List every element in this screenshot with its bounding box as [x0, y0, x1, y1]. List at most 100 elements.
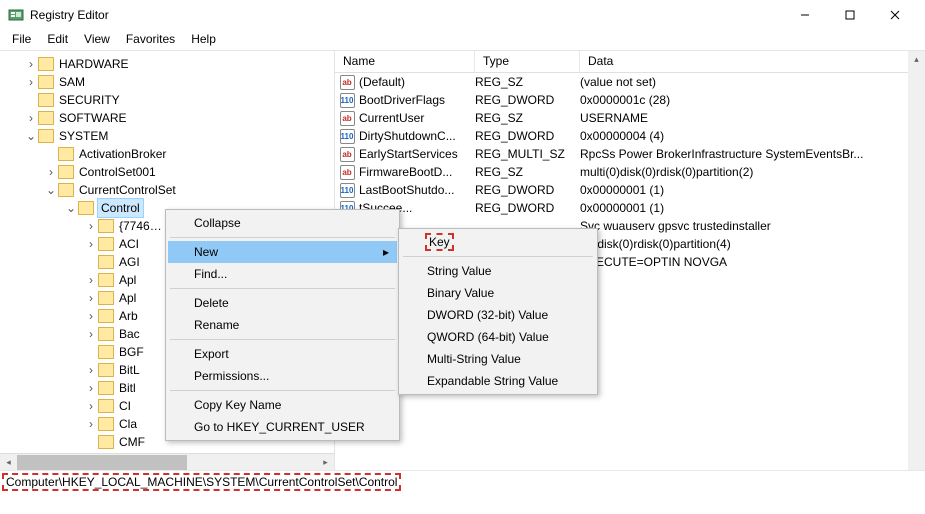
value-type: REG_DWORD: [475, 201, 580, 215]
value-type: REG_SZ: [475, 165, 580, 179]
tree-label: AGI: [117, 253, 142, 271]
ctx-new[interactable]: New▸: [168, 241, 397, 263]
ctx-new-qword[interactable]: QWORD (64-bit) Value: [401, 326, 595, 348]
column-name[interactable]: Name: [335, 51, 475, 72]
tree-item[interactable]: ⌄ CurrentControlSet: [4, 181, 334, 199]
title-bar: Registry Editor: [0, 0, 925, 30]
maximize-button[interactable]: [827, 0, 872, 30]
folder-icon: [98, 345, 114, 359]
expander-icon[interactable]: ›: [24, 55, 38, 73]
ctx-find[interactable]: Find...: [168, 263, 397, 285]
expander-icon[interactable]: ›: [84, 397, 98, 415]
horizontal-scrollbar[interactable]: ◂ ▸: [0, 453, 334, 470]
folder-icon: [98, 363, 114, 377]
list-row[interactable]: 110 tSuccee...REG_DWORD0x00000001 (1): [335, 199, 925, 217]
scroll-left-button[interactable]: ◂: [0, 454, 17, 471]
expander-icon[interactable]: ›: [84, 307, 98, 325]
ctx-new-dword[interactable]: DWORD (32-bit) Value: [401, 304, 595, 326]
close-button[interactable]: [872, 0, 917, 30]
expander-icon[interactable]: ›: [84, 289, 98, 307]
expander-icon[interactable]: ⌄: [64, 199, 78, 217]
value-data: i(0)disk(0)rdisk(0)partition(4): [580, 237, 925, 251]
list-row[interactable]: abFirmwareBootD...REG_SZmulti(0)disk(0)r…: [335, 163, 925, 181]
regedit-icon: [8, 7, 24, 23]
value-name: (Default): [359, 75, 475, 89]
scroll-thumb[interactable]: [17, 455, 187, 470]
tree-item[interactable]: ›SAM: [4, 73, 334, 91]
tree-item[interactable]: ⌄SYSTEM: [4, 127, 334, 145]
expander-icon[interactable]: ›: [84, 361, 98, 379]
tree-label: Apl: [117, 271, 138, 289]
folder-icon: [58, 147, 74, 161]
expander-icon[interactable]: ›: [84, 379, 98, 397]
ctx-new-key[interactable]: Key: [401, 231, 595, 253]
ctx-goto[interactable]: Go to HKEY_CURRENT_USER: [168, 416, 397, 438]
value-data: 0x00000004 (4): [580, 129, 925, 143]
expander-icon[interactable]: ›: [24, 73, 38, 91]
ctx-new-multi[interactable]: Multi-String Value: [401, 348, 595, 370]
vertical-scrollbar-list[interactable]: ▴: [908, 51, 925, 470]
tree-item[interactable]: SECURITY: [4, 91, 334, 109]
column-type[interactable]: Type: [475, 51, 580, 72]
value-bin-icon: 110: [340, 93, 355, 108]
value-type: REG_DWORD: [475, 129, 580, 143]
value-data: 0x0000001c (28): [580, 93, 925, 107]
list-row[interactable]: abEarlyStartServicesREG_MULTI_SZRpcSs Po…: [335, 145, 925, 163]
folder-icon: [98, 417, 114, 431]
ctx-export[interactable]: Export: [168, 343, 397, 365]
value-type: REG_DWORD: [475, 183, 580, 197]
tree-item[interactable]: › ControlSet001: [4, 163, 334, 181]
scroll-up-button[interactable]: ▴: [908, 51, 925, 68]
tree-context-menu: Collapse New▸ Find... Delete Rename Expo…: [165, 209, 400, 441]
expander-icon[interactable]: ›: [84, 271, 98, 289]
ctx-new-binary[interactable]: Binary Value: [401, 282, 595, 304]
ctx-rename[interactable]: Rename: [168, 314, 397, 336]
expander-icon[interactable]: ›: [24, 109, 38, 127]
tree-label: CurrentControlSet: [77, 181, 178, 199]
list-row[interactable]: 110DirtyShutdownC...REG_DWORD0x00000004 …: [335, 127, 925, 145]
value-data: (value not set): [580, 75, 925, 89]
ctx-collapse[interactable]: Collapse: [168, 212, 397, 234]
expander-icon[interactable]: ⌄: [44, 181, 58, 199]
tree-item[interactable]: ›HARDWARE: [4, 55, 334, 73]
expander-icon[interactable]: ⌄: [24, 127, 38, 145]
tree-item[interactable]: ›SOFTWARE: [4, 109, 334, 127]
window-title: Registry Editor: [30, 8, 782, 22]
value-data: RpcSs Power BrokerInfrastructure SystemE…: [580, 147, 925, 161]
list-row[interactable]: 110LastBootShutdo...REG_DWORD0x00000001 …: [335, 181, 925, 199]
ctx-permissions[interactable]: Permissions...: [168, 365, 397, 387]
expander-icon[interactable]: ›: [84, 415, 98, 433]
list-row[interactable]: 110BootDriverFlagsREG_DWORD0x0000001c (2…: [335, 91, 925, 109]
tree-label: BGF: [117, 343, 146, 361]
folder-icon: [98, 381, 114, 395]
expander-icon[interactable]: ›: [84, 235, 98, 253]
folder-icon: [98, 219, 114, 233]
menu-help[interactable]: Help: [185, 30, 222, 50]
tree-label: Apl: [117, 289, 138, 307]
expander-icon[interactable]: ›: [84, 325, 98, 343]
status-bar: Computer\HKEY_LOCAL_MACHINE\SYSTEM\Curre…: [0, 470, 925, 492]
menu-file[interactable]: File: [6, 30, 37, 50]
menu-view[interactable]: View: [78, 30, 116, 50]
tree-label: Control: [97, 198, 144, 218]
expander-icon[interactable]: ›: [84, 217, 98, 235]
folder-icon: [98, 309, 114, 323]
ctx-copy-key[interactable]: Copy Key Name: [168, 394, 397, 416]
tree-label: Bitl: [117, 379, 138, 397]
tree-item[interactable]: ActivationBroker: [4, 145, 334, 163]
expander-icon[interactable]: ›: [44, 163, 58, 181]
ctx-delete[interactable]: Delete: [168, 292, 397, 314]
value-name: DirtyShutdownC...: [359, 129, 475, 143]
column-data[interactable]: Data: [580, 51, 925, 72]
tree-label: ControlSet001: [77, 163, 158, 181]
menu-favorites[interactable]: Favorites: [120, 30, 181, 50]
ctx-new-expand[interactable]: Expandable String Value: [401, 370, 595, 392]
list-row[interactable]: ab(Default)REG_SZ(value not set): [335, 73, 925, 91]
menu-edit[interactable]: Edit: [41, 30, 74, 50]
list-row[interactable]: abCurrentUserREG_SZUSERNAME: [335, 109, 925, 127]
scroll-right-button[interactable]: ▸: [317, 454, 334, 471]
value-type: REG_SZ: [475, 111, 580, 125]
ctx-new-string[interactable]: String Value: [401, 260, 595, 282]
minimize-button[interactable]: [782, 0, 827, 30]
folder-icon: [38, 75, 54, 89]
